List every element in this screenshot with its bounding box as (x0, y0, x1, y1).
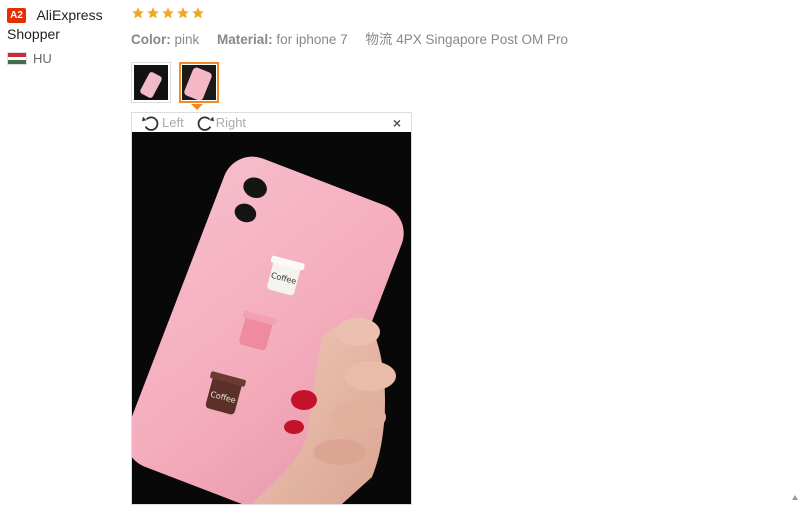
review-photo-large: Coffee Coffee (132, 132, 411, 504)
rotate-right-button[interactable]: Right (194, 114, 246, 132)
review-photo-thumbnail-1[interactable] (131, 62, 171, 103)
photo-viewer: Left Right × Coffee Coffee (131, 112, 412, 505)
rotate-left-label: Left (162, 115, 184, 130)
close-icon[interactable]: × (393, 115, 401, 131)
review-photo-thumbnails (131, 62, 219, 103)
attribute-color: Color: pink (131, 32, 200, 47)
star-icon (192, 7, 204, 19)
reviewer-name-row: A2 AliExpress (7, 6, 117, 25)
country-code: HU (33, 51, 52, 66)
rotate-left-icon (142, 115, 159, 131)
reviewer-name-second-line: Shopper (7, 26, 60, 42)
order-attributes: Color: pink Material: for iphone 7 物流 4P… (131, 28, 800, 48)
star-icon (177, 7, 189, 19)
rotate-right-label: Right (215, 115, 247, 130)
reviewer-info: A2 AliExpress Shopper HU (7, 6, 117, 66)
photo-viewer-toolbar: Left Right × (132, 113, 411, 132)
star-rating (131, 6, 800, 20)
rotate-right-icon (197, 115, 214, 131)
buyer-level-badge: A2 (7, 8, 26, 23)
hungary-flag-icon (7, 52, 27, 65)
star-icon (162, 7, 174, 19)
attribute-logistics: 物流 4PX Singapore Post OM Pro (365, 32, 569, 47)
rotate-left-button[interactable]: Left (140, 114, 184, 132)
scroll-up-icon[interactable] (792, 495, 798, 500)
review-content: Color: pink Material: for iphone 7 物流 4P… (131, 6, 800, 48)
reviewer-country: HU (7, 51, 117, 66)
selected-thumbnail-pointer (191, 104, 203, 110)
phone-case-photo: Coffee Coffee (132, 132, 411, 504)
star-icon (132, 7, 144, 19)
star-icon (147, 7, 159, 19)
review-photo-thumbnail-2[interactable] (179, 62, 219, 103)
reviewer-name: AliExpress (36, 7, 103, 23)
attribute-material: Material: for iphone 7 (217, 32, 348, 47)
